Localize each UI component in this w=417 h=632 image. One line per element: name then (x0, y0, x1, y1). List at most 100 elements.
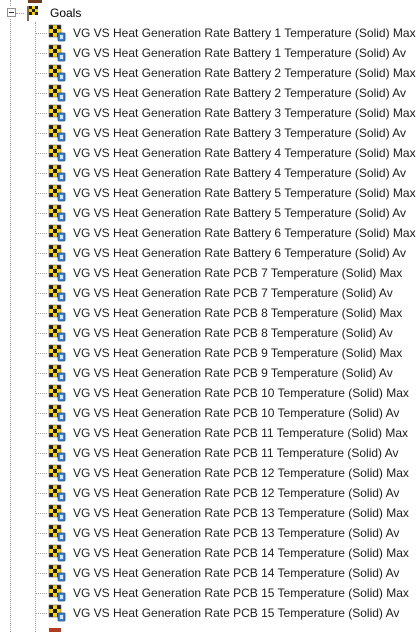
goal-item[interactable]: VG VS Heat Generation Rate Battery 2 Tem… (0, 63, 417, 83)
goal-item[interactable]: VG VS Heat Generation Rate Battery 3 Tem… (0, 103, 417, 123)
goals-flag-icon (27, 6, 38, 21)
goal-item-label: VG VS Heat Generation Rate PCB 13 Temper… (73, 506, 409, 520)
tree-line-branch (36, 493, 47, 494)
tree-line-branch (36, 233, 47, 234)
goal-item-label: VG VS Heat Generation Rate Battery 4 Tem… (73, 166, 407, 180)
goal-item[interactable]: VG VS Heat Generation Rate PCB 7 Tempera… (0, 283, 417, 303)
goal-checker-icon (48, 124, 66, 142)
goal-checker-icon (48, 24, 66, 42)
goal-checker-icon (48, 544, 66, 562)
goal-item[interactable]: VG VS Heat Generation Rate PCB 11 Temper… (0, 423, 417, 443)
goal-item-label: VG VS Heat Generation Rate PCB 8 Tempera… (73, 306, 403, 320)
goal-checker-icon (48, 64, 66, 82)
goal-checker-icon (48, 244, 66, 262)
goal-checker-icon (48, 584, 66, 602)
goal-item-label: VG VS Heat Generation Rate Battery 6 Tem… (73, 226, 416, 240)
goal-checker-icon (48, 344, 66, 362)
tree-line-branch (36, 433, 47, 434)
goal-checker-icon (48, 524, 66, 542)
goal-item[interactable]: VG VS Heat Generation Rate Battery 1 Tem… (0, 43, 417, 63)
goal-item-label: VG VS Heat Generation Rate Battery 3 Tem… (73, 106, 416, 120)
goal-checker-icon (48, 204, 66, 222)
goal-checker-icon (48, 164, 66, 182)
goal-item[interactable]: VG VS Heat Generation Rate PCB 13 Temper… (0, 503, 417, 523)
goal-item-label: VG VS Heat Generation Rate PCB 11 Temper… (73, 446, 399, 460)
goal-item[interactable]: VG VS Heat Generation Rate Battery 4 Tem… (0, 143, 417, 163)
goal-item-label: VG VS Heat Generation Rate PCB 12 Temper… (73, 466, 409, 480)
goal-item-label: VG VS Heat Generation Rate PCB 10 Temper… (73, 386, 409, 400)
goal-checker-icon (48, 444, 66, 462)
goal-item-label: VG VS Heat Generation Rate Battery 1 Tem… (73, 26, 416, 40)
goal-item[interactable]: VG VS Heat Generation Rate PCB 7 Tempera… (0, 263, 417, 283)
tree-line-root-branch (16, 13, 24, 14)
goal-checker-icon (48, 284, 66, 302)
goal-item[interactable]: VG VS Heat Generation Rate Battery 3 Tem… (0, 123, 417, 143)
tree-line-branch (36, 153, 47, 154)
tree-line-branch (36, 193, 47, 194)
goal-checker-icon (48, 484, 66, 502)
goal-item[interactable]: VG VS Heat Generation Rate PCB 9 Tempera… (0, 363, 417, 383)
goal-checker-icon (48, 144, 66, 162)
goal-item[interactable]: VG VS Heat Generation Rate PCB 15 Temper… (0, 603, 417, 623)
tree-line-branch (36, 333, 47, 334)
goal-item[interactable]: VG VS Heat Generation Rate Battery 6 Tem… (0, 243, 417, 263)
goal-item[interactable]: VG VS Heat Generation Rate PCB 15 Temper… (0, 583, 417, 603)
next-node-icon-partial (49, 628, 61, 632)
tree-line-branch (36, 253, 47, 254)
goal-item[interactable]: VG VS Heat Generation Rate Battery 1 Tem… (0, 23, 417, 43)
goal-item[interactable]: VG VS Heat Generation Rate PCB 10 Temper… (0, 383, 417, 403)
goal-item-label: VG VS Heat Generation Rate Battery 2 Tem… (73, 66, 416, 80)
tree-line-branch (36, 373, 47, 374)
goal-item[interactable]: VG VS Heat Generation Rate Battery 6 Tem… (0, 223, 417, 243)
goal-checker-icon (48, 184, 66, 202)
goal-checker-icon (48, 224, 66, 242)
tree-line-branch (36, 453, 47, 454)
tree-line-branch (36, 213, 47, 214)
goal-item-label: VG VS Heat Generation Rate PCB 13 Temper… (73, 526, 400, 540)
goal-item[interactable]: VG VS Heat Generation Rate PCB 14 Temper… (0, 543, 417, 563)
tree-line-branch (36, 73, 47, 74)
goal-item-label: VG VS Heat Generation Rate PCB 9 Tempera… (73, 366, 393, 380)
goal-checker-icon (48, 564, 66, 582)
goal-item[interactable]: VG VS Heat Generation Rate Battery 4 Tem… (0, 163, 417, 183)
goal-item[interactable]: VG VS Heat Generation Rate Battery 2 Tem… (0, 83, 417, 103)
goal-item[interactable]: VG VS Heat Generation Rate PCB 10 Temper… (0, 403, 417, 423)
goals-node[interactable]: Goals (0, 3, 417, 23)
goal-item[interactable]: VG VS Heat Generation Rate PCB 12 Temper… (0, 483, 417, 503)
goal-item[interactable]: VG VS Heat Generation Rate PCB 9 Tempera… (0, 343, 417, 363)
goal-checker-icon (48, 304, 66, 322)
tree-line-branch (36, 33, 47, 34)
goal-item-label: VG VS Heat Generation Rate Battery 3 Tem… (73, 126, 407, 140)
goal-item[interactable]: VG VS Heat Generation Rate PCB 12 Temper… (0, 463, 417, 483)
goal-item[interactable]: VG VS Heat Generation Rate PCB 13 Temper… (0, 523, 417, 543)
tree-line-branch (36, 413, 47, 414)
goals-label: Goals (50, 6, 82, 20)
tree-line-branch (36, 173, 47, 174)
goal-item-label: VG VS Heat Generation Rate PCB 14 Temper… (73, 546, 409, 560)
goal-item-label: VG VS Heat Generation Rate Battery 6 Tem… (73, 246, 407, 260)
goal-item[interactable]: VG VS Heat Generation Rate Battery 5 Tem… (0, 203, 417, 223)
tree-line-branch (36, 573, 47, 574)
goal-item[interactable]: VG VS Heat Generation Rate PCB 14 Temper… (0, 563, 417, 583)
tree-line-branch (36, 53, 47, 54)
goal-checker-icon (48, 504, 66, 522)
goal-item[interactable]: VG VS Heat Generation Rate Battery 5 Tem… (0, 183, 417, 203)
feature-tree: Goals VG VS Heat Generation Rate Battery… (0, 0, 417, 632)
goal-item-label: VG VS Heat Generation Rate PCB 7 Tempera… (73, 266, 403, 280)
tree-line-branch (36, 293, 47, 294)
goal-item-label: VG VS Heat Generation Rate PCB 9 Tempera… (73, 346, 403, 360)
goal-item[interactable]: VG VS Heat Generation Rate PCB 11 Temper… (0, 443, 417, 463)
goal-item-label: VG VS Heat Generation Rate PCB 10 Temper… (73, 406, 400, 420)
tree-line-branch (36, 593, 47, 594)
goal-item-label: VG VS Heat Generation Rate PCB 15 Temper… (73, 586, 409, 600)
goal-item-label: VG VS Heat Generation Rate PCB 15 Temper… (73, 606, 400, 620)
goal-checker-icon (48, 604, 66, 622)
goal-item[interactable]: VG VS Heat Generation Rate PCB 8 Tempera… (0, 303, 417, 323)
goal-item-label: VG VS Heat Generation Rate Battery 4 Tem… (73, 146, 416, 160)
goal-checker-icon (48, 424, 66, 442)
goal-item-label: VG VS Heat Generation Rate PCB 12 Temper… (73, 486, 400, 500)
collapse-toggle[interactable] (7, 8, 16, 17)
tree-line-branch (36, 113, 47, 114)
tree-line-branch (36, 353, 47, 354)
goal-item[interactable]: VG VS Heat Generation Rate PCB 8 Tempera… (0, 323, 417, 343)
